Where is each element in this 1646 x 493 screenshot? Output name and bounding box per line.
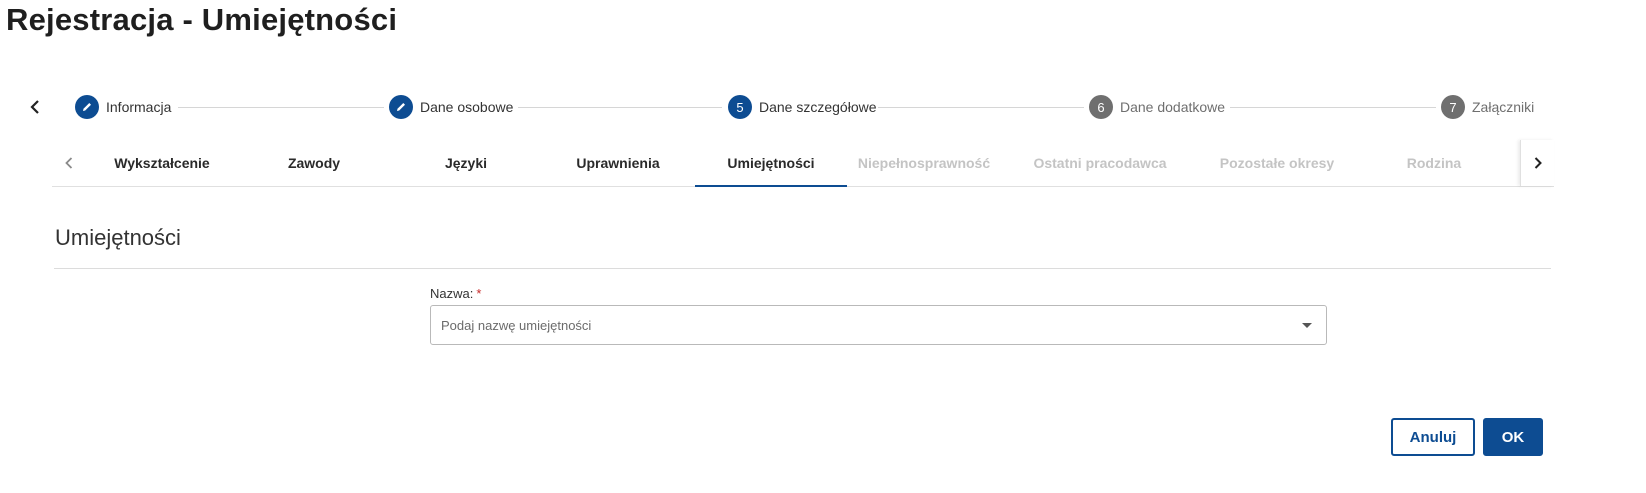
name-label-text: Nazwa: (430, 286, 474, 301)
step-number: 5 (728, 95, 752, 119)
caret-down-icon (1302, 323, 1312, 328)
step-dane-dodatkowe[interactable]: 6 Dane dodatkowe (1089, 95, 1225, 119)
step-connector (1230, 107, 1436, 108)
step-label: Załączniki (1472, 99, 1535, 115)
section-divider (54, 268, 1551, 269)
skill-name-placeholder: Podaj nazwę umiejętności (441, 317, 592, 333)
tab-zawody[interactable]: Zawody (238, 140, 390, 186)
chevron-left-icon (30, 100, 39, 114)
tab-uprawnienia[interactable]: Uprawnienia (542, 140, 694, 186)
tab-jezyki[interactable]: Języki (390, 140, 542, 186)
tab-ostatni-pracodawca[interactable]: Ostatni pracodawca (1024, 140, 1176, 186)
chevron-left-icon (65, 157, 73, 169)
stepper-back-button[interactable] (24, 96, 46, 118)
step-number: 7 (1441, 95, 1465, 119)
chevron-right-icon (1534, 157, 1542, 169)
tab-wyksztalcenie[interactable]: Wykształcenie (86, 140, 238, 186)
step-zalaczniki[interactable]: 7 Załączniki (1441, 95, 1534, 119)
tab-niepelnosprawnosc[interactable]: Niepełnosprawność (848, 140, 1000, 186)
page-title: Rejestracja - Umiejętności (6, 2, 398, 37)
tab-bar: Wykształcenie Zawody Języki Uprawnienia … (52, 140, 1554, 187)
required-mark: * (476, 286, 482, 301)
tab-umiejetnosci[interactable]: Umiejętności (695, 140, 847, 187)
ok-button[interactable]: OK (1483, 418, 1543, 456)
step-connector (178, 107, 384, 108)
step-label: Dane dodatkowe (1120, 99, 1226, 115)
tab-pozostale-okresy[interactable]: Pozostałe okresy (1201, 140, 1353, 186)
section-title: Umiejętności (55, 225, 181, 250)
tab-scroll-left-button[interactable] (52, 140, 86, 186)
step-label: Informacja (106, 99, 172, 115)
tab-rodzina[interactable]: Rodzina (1358, 140, 1510, 186)
skill-name-select[interactable]: Podaj nazwę umiejętności (430, 305, 1327, 345)
tab-scroll-right-button[interactable] (1520, 140, 1554, 186)
pencil-icon (389, 95, 413, 119)
step-dane-szczegolowe[interactable]: 5 Dane szczegółowe (728, 95, 877, 119)
step-connector (518, 107, 722, 108)
step-label: Dane szczegółowe (759, 99, 877, 115)
step-informacja[interactable]: Informacja (75, 95, 171, 119)
pencil-icon (75, 95, 99, 119)
step-dane-osobowe[interactable]: Dane osobowe (389, 95, 513, 119)
step-number: 6 (1089, 95, 1113, 119)
name-field-label: Nazwa: * (430, 286, 481, 301)
step-connector (878, 107, 1084, 108)
cancel-button[interactable]: Anuluj (1391, 418, 1475, 456)
step-label: Dane osobowe (420, 99, 514, 115)
